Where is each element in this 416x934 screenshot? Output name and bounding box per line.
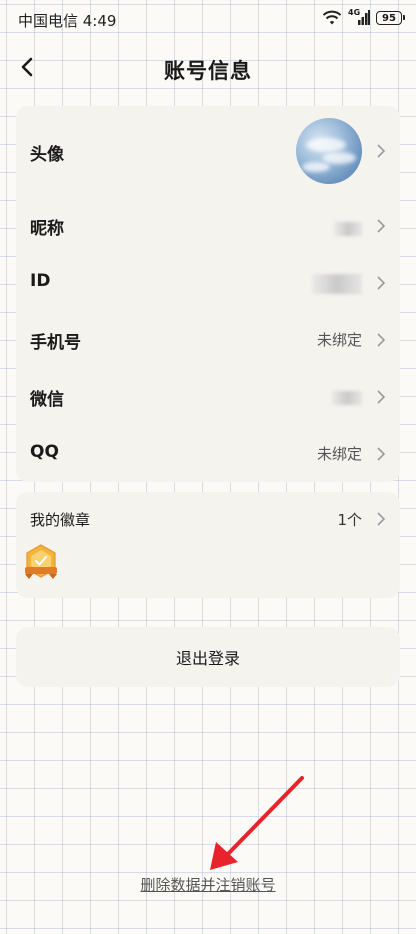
delete-account-link-row: 删除数据并注销账号 [0,874,416,895]
signal-icon: 4G [348,8,370,26]
nickname-row[interactable]: 昵称 [16,196,400,253]
header: 账号信息 [0,46,416,92]
wechat-redacted [332,391,362,405]
phone-value: 未绑定 [316,331,362,349]
id-row[interactable]: ID [16,253,400,310]
chevron-right-icon [376,333,386,347]
badge-title: 我的徽章 [30,511,91,529]
chevron-right-icon [376,390,386,404]
delete-account-link[interactable]: 删除数据并注销账号 [140,876,275,894]
status-bar: 中国电信 4:49 4G 95 [0,0,416,40]
avatar-label: 头像 [30,145,64,165]
status-icons: 4G 95 [322,8,405,26]
id-redacted [312,274,362,294]
battery-level: 95 [382,12,396,24]
wechat-row[interactable]: 微信 [16,367,400,424]
nickname-redacted [334,222,362,236]
red-arrow-annotation [200,774,310,874]
chevron-right-icon [376,144,386,158]
network-type: 4G [348,8,361,17]
avatar-row[interactable]: 头像 [16,106,400,196]
nickname-label: 昵称 [30,219,64,239]
badge-count: 1个 [337,511,362,529]
medal-icon [24,544,58,580]
phone-label: 手机号 [30,333,81,353]
logout-card: 退出登录 [16,627,400,687]
chevron-right-icon [376,219,386,233]
qq-label: QQ [30,442,59,462]
chevron-right-icon [376,512,386,526]
avatar [296,118,362,184]
battery-icon: 95 [376,11,405,25]
account-info-card: 头像 昵称 ID 手机号 未绑定 微信 QQ 未绑定 [16,106,400,482]
wifi-icon [322,10,342,26]
wechat-label: 微信 [30,390,64,410]
qq-row[interactable]: QQ 未绑定 [16,424,400,482]
carrier-time: 中国电信 4:49 [18,12,117,30]
phone-row[interactable]: 手机号 未绑定 [16,310,400,367]
chevron-right-icon [376,276,386,290]
id-label: ID [30,271,51,291]
chevron-right-icon [376,447,386,461]
page-title: 账号信息 [164,59,252,83]
qq-value: 未绑定 [316,445,362,463]
logout-button[interactable]: 退出登录 [16,627,400,687]
badge-card[interactable]: 我的徽章 1个 [16,492,400,598]
